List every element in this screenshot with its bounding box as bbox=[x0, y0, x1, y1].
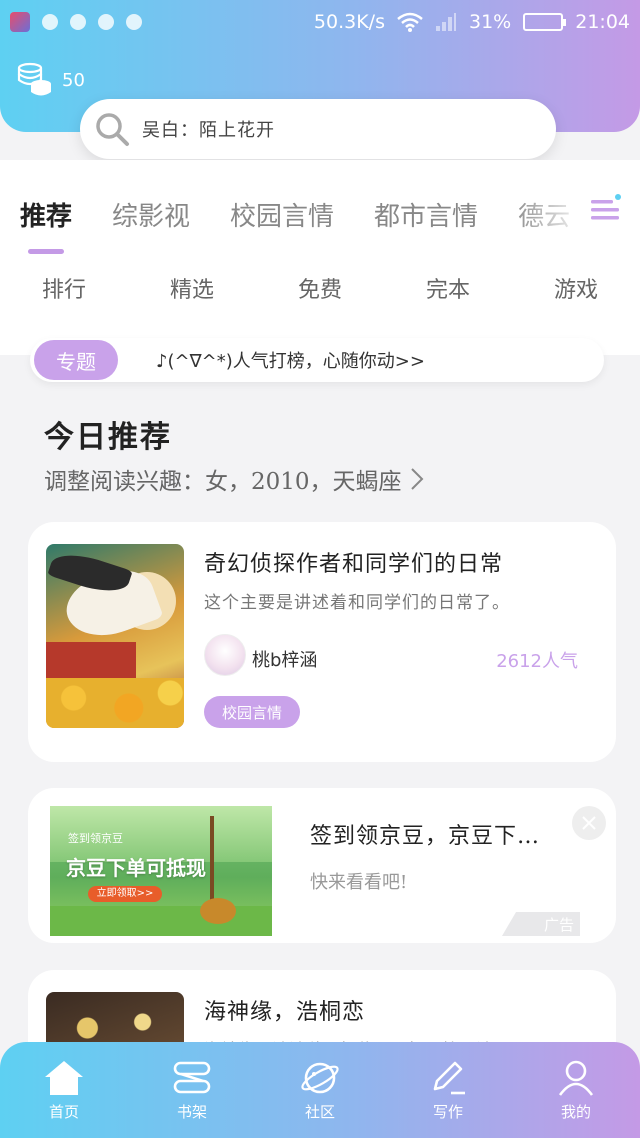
coin-count: 50 bbox=[62, 69, 85, 91]
coin-balance[interactable]: 50 bbox=[16, 62, 85, 98]
topic-banner[interactable]: 专题 ♪(^∇^*)人气打榜，心随你动>> bbox=[30, 338, 604, 382]
book-cover bbox=[46, 544, 184, 728]
app-notification-icon bbox=[98, 14, 114, 30]
tab-recommend[interactable]: 推荐 bbox=[20, 196, 72, 233]
nav-label: 首页 bbox=[48, 1102, 79, 1121]
search-bar[interactable]: 吴白：陌上花开 bbox=[80, 99, 556, 159]
ad-image-headline: 京豆下单可抵现 bbox=[66, 856, 206, 880]
reading-interest-link[interactable]: 调整阅读兴趣：女，2010，天蝎座 bbox=[44, 462, 424, 496]
tab-menu-button[interactable] bbox=[588, 192, 622, 230]
weibo-notification-icon bbox=[42, 14, 58, 30]
active-tab-indicator bbox=[28, 249, 64, 254]
ad-image: 签到领京豆 京豆下单可抵现 立即领取>> bbox=[50, 806, 272, 936]
app-notification-icon bbox=[126, 14, 142, 30]
clock: 21:04 bbox=[575, 11, 630, 33]
sub-navigation: 排行 精选 免费 完本 游戏 bbox=[0, 272, 640, 304]
ad-image-caption: 签到领京豆 bbox=[68, 832, 123, 845]
tab-urban-romance[interactable]: 都市言情 bbox=[374, 196, 478, 233]
nav-community[interactable]: 社区 bbox=[256, 1042, 384, 1138]
subnav-free[interactable]: 免费 bbox=[256, 272, 384, 304]
close-icon bbox=[582, 816, 596, 830]
menu-icon bbox=[591, 194, 621, 220]
nav-bookshelf[interactable]: 书架 bbox=[128, 1042, 256, 1138]
community-icon bbox=[301, 1062, 339, 1093]
search-icon bbox=[96, 113, 129, 146]
bookshelf-icon bbox=[173, 1061, 211, 1093]
coins-icon bbox=[17, 62, 51, 96]
battery-icon bbox=[523, 13, 567, 31]
chevron-right-icon bbox=[410, 468, 423, 490]
profile-icon bbox=[558, 1060, 594, 1096]
ad-image-button: 立即领取>> bbox=[88, 886, 162, 902]
search-placeholder: 吴白：陌上花开 bbox=[142, 120, 275, 141]
topic-badge: 专题 bbox=[34, 340, 118, 380]
battery-percent: 31% bbox=[469, 11, 512, 33]
nav-label: 我的 bbox=[560, 1102, 591, 1121]
section-title: 今日推荐 bbox=[44, 420, 172, 455]
network-speed: 50.3K/s bbox=[313, 11, 385, 33]
nav-label: 书架 bbox=[176, 1102, 207, 1121]
ad-label-text: 广告 bbox=[543, 915, 574, 934]
nav-write[interactable]: 写作 bbox=[384, 1042, 512, 1138]
nav-home[interactable]: 首页 bbox=[0, 1042, 128, 1138]
nav-profile[interactable]: 我的 bbox=[512, 1042, 640, 1138]
category-tabs: 推荐 综影视 校园言情 都市言情 德云 bbox=[20, 196, 570, 233]
tab-film-tv[interactable]: 综影视 bbox=[112, 196, 190, 233]
popularity-count: 2612人气 bbox=[496, 651, 578, 672]
ad-title: 签到领京豆，京豆下… bbox=[310, 824, 541, 849]
book-title: 海神缘，浩桐恋 bbox=[204, 1000, 366, 1025]
author-avatar bbox=[204, 634, 246, 676]
category-area: 推荐 综影视 校园言情 都市言情 德云 排行 精选 免费 完本 游戏 bbox=[0, 160, 640, 355]
wifi-icon bbox=[397, 12, 423, 32]
notification-icons bbox=[10, 12, 142, 32]
topic-text: ♪(^∇^*)人气打榜，心随你动>> bbox=[156, 351, 425, 372]
ad-card[interactable]: 签到领京豆 京豆下单可抵现 立即领取>> 签到领京豆，京豆下… 快来看看吧! 广… bbox=[28, 788, 616, 943]
subnav-completed[interactable]: 完本 bbox=[384, 272, 512, 304]
home-icon bbox=[45, 1060, 83, 1095]
bottom-navigation: 首页 书架 社区 写作 我的 bbox=[0, 1042, 640, 1138]
subnav-ranking[interactable]: 排行 bbox=[0, 272, 128, 304]
reading-interest-text: 调整阅读兴趣：女，2010，天蝎座 bbox=[44, 469, 402, 495]
signal-icon bbox=[436, 13, 456, 31]
nav-label: 社区 bbox=[304, 1102, 335, 1121]
ad-label: 广告 bbox=[502, 912, 580, 936]
book-title: 奇幻侦探作者和同学们的日常 bbox=[204, 552, 504, 577]
subnav-games[interactable]: 游戏 bbox=[512, 272, 640, 304]
ad-close-button[interactable] bbox=[572, 806, 606, 840]
author-name: 桃b梓涵 bbox=[252, 650, 318, 671]
subnav-featured[interactable]: 精选 bbox=[128, 272, 256, 304]
write-icon bbox=[433, 1061, 465, 1094]
ad-subtitle: 快来看看吧! bbox=[310, 872, 408, 893]
book-card[interactable]: 奇幻侦探作者和同学们的日常 这个主要是讲述着和同学们的日常了。 桃b梓涵 261… bbox=[28, 522, 616, 762]
app-notification-icon bbox=[10, 12, 30, 32]
nav-label: 写作 bbox=[432, 1102, 463, 1121]
weibo-notification-icon bbox=[70, 14, 86, 30]
status-bar: 50.3K/s 31% 21:04 bbox=[0, 0, 640, 44]
tab-campus-romance[interactable]: 校园言情 bbox=[230, 196, 334, 233]
book-description: 这个主要是讲述着和同学们的日常了。 bbox=[204, 593, 510, 613]
book-tag[interactable]: 校园言情 bbox=[204, 696, 300, 728]
